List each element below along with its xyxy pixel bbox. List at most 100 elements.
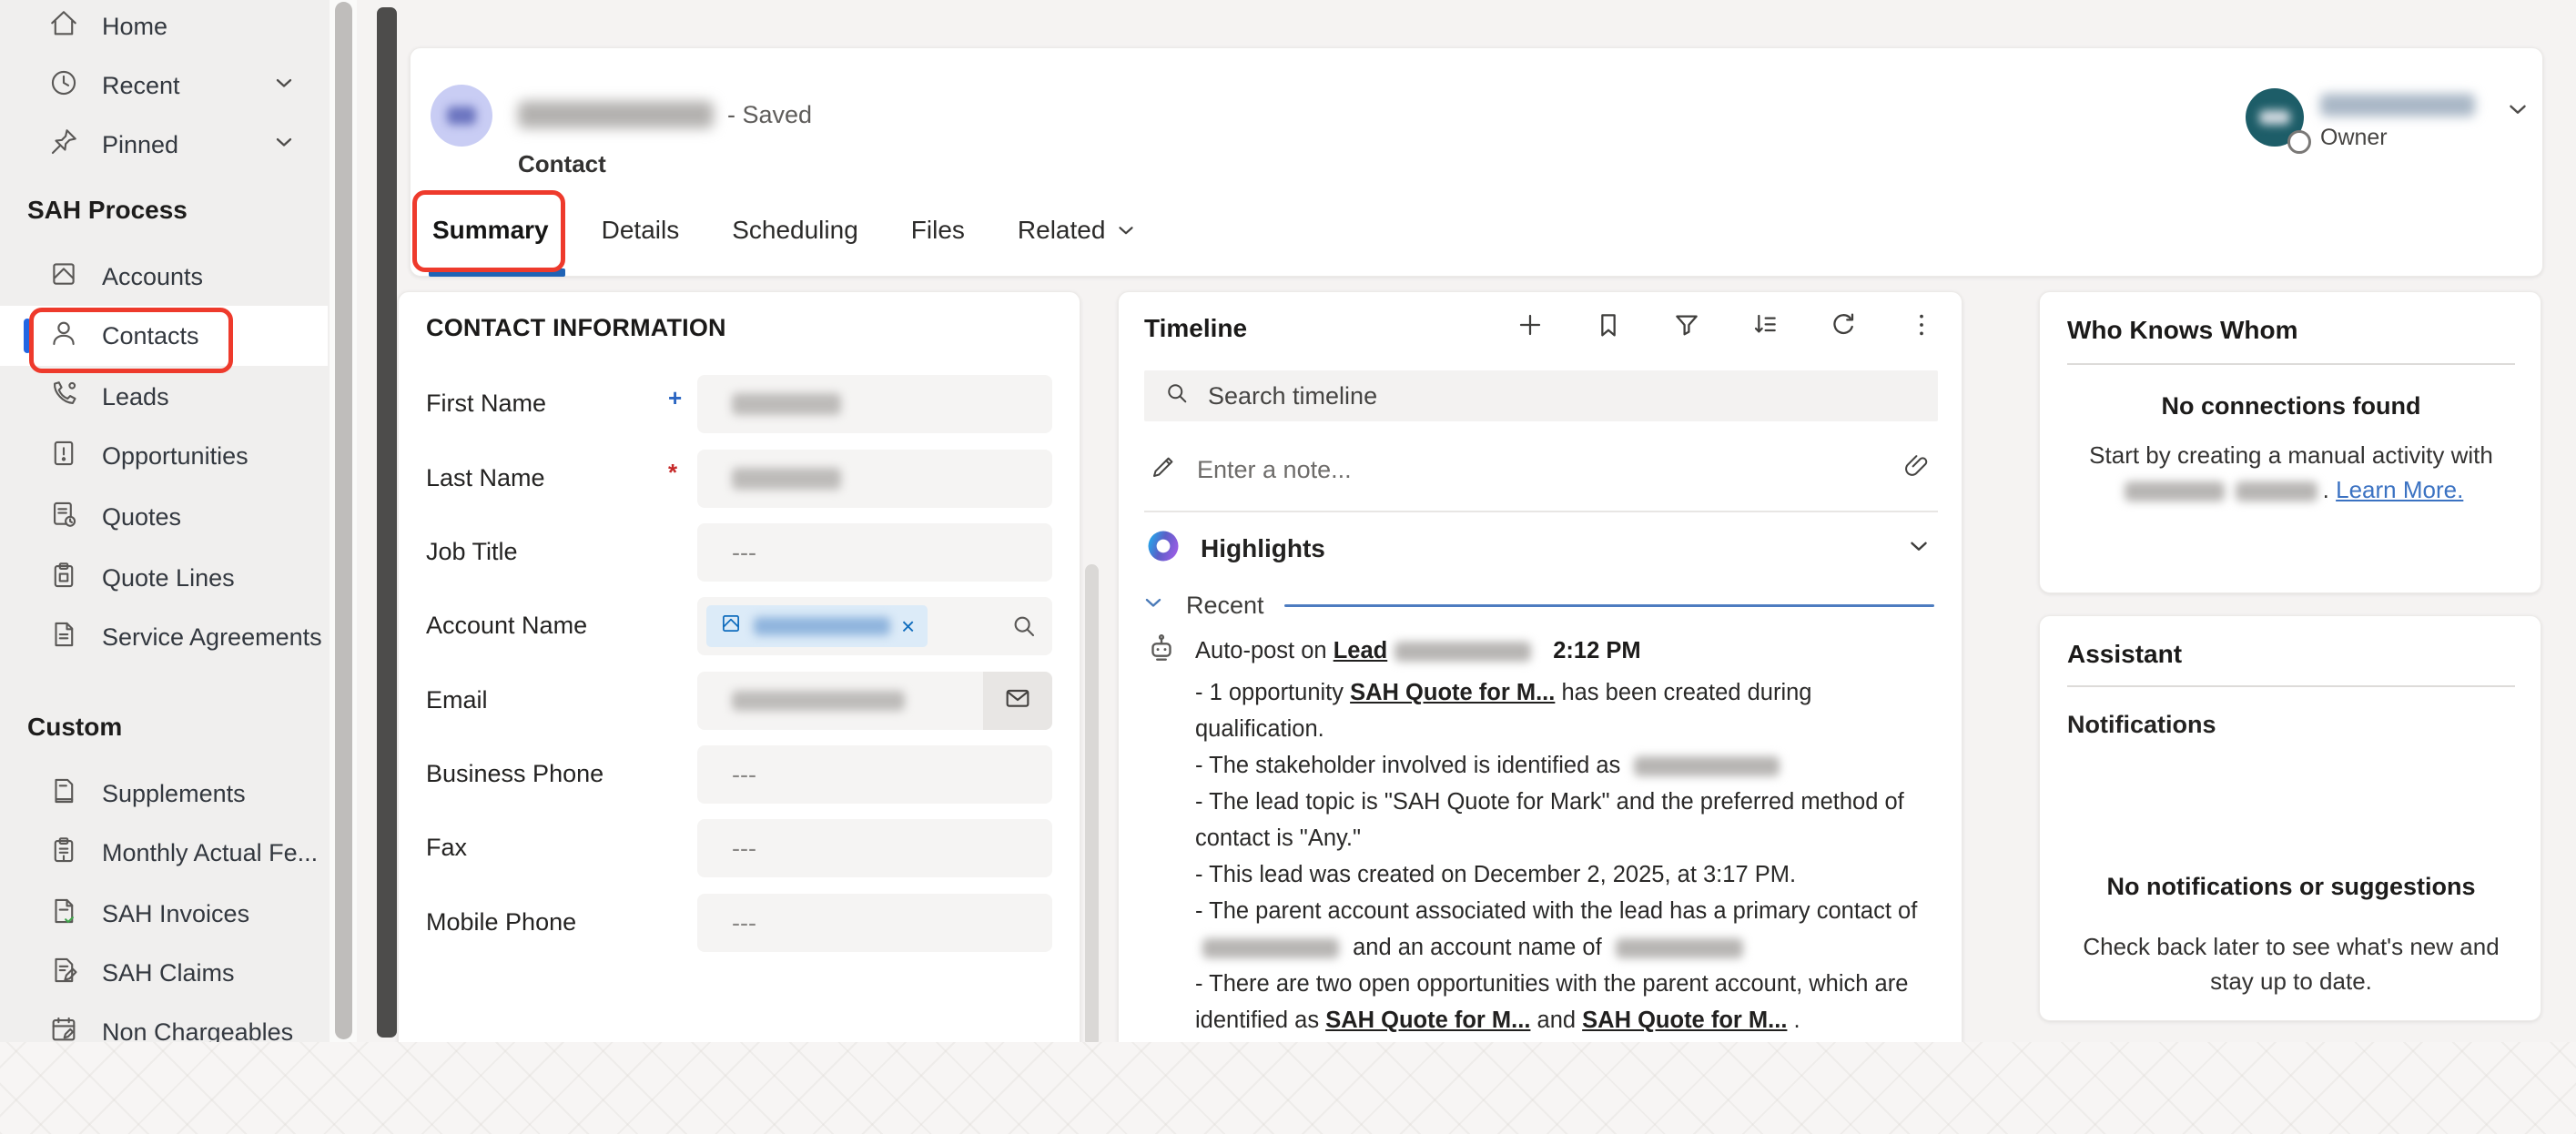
timeline-text: - 1 opportunity [1195,680,1350,705]
field-label-mobile-phone: Mobile Phone [426,908,576,937]
sidebar-item-quotes[interactable]: Quotes [0,487,328,547]
content-scrollbar[interactable] [377,7,397,1038]
timeline-entry-header: Auto-post on Lead2:12 PM [1195,633,1929,669]
enter-note-input[interactable]: Enter a note... [1144,443,1938,496]
wkw-body-text: . [2323,476,2336,503]
recommended-plus-marker: + [668,384,682,412]
assistant-card: Assistant Notifications No notifications… [2039,615,2541,1021]
redacted-field-value [732,393,841,415]
sidebar-item-label: Quotes [102,503,181,532]
home-icon [48,8,79,46]
remove-lookup-icon[interactable]: × [901,613,915,641]
sidebar-item-label: Monthly Actual Fe... [102,839,318,867]
field-input-last-name[interactable] [697,450,1052,508]
sidebar-item-monthly-actual-fe[interactable]: Monthly Actual Fe... [0,823,328,883]
tab-scheduling[interactable]: Scheduling [726,216,864,245]
tab-details[interactable]: Details [596,216,685,245]
tab-files[interactable]: Files [906,216,970,245]
sidebar-scrollbar-thumb[interactable] [335,2,352,1039]
attach-icon [1903,459,1931,486]
learn-more-link[interactable]: Learn More. [2336,476,2463,503]
timeline-card: Timeline Search timeline Enter a note...… [1118,291,1962,1134]
tab-label: Summary [432,216,549,244]
recent-group-row[interactable]: Recent [1141,589,1938,622]
form-scrollbar-thumb[interactable] [1085,564,1099,1047]
bottom-fade-strip [0,1042,2576,1134]
owner-presence-icon [2287,130,2311,154]
field-input-email[interactable] [697,672,1052,730]
timeline-search-input[interactable]: Search timeline [1144,370,1938,421]
chevron-down-icon[interactable] [271,129,297,161]
funnel-button[interactable] [1672,310,1701,344]
sidebar-item-home[interactable]: Home [0,0,328,56]
timeline-entry[interactable]: Auto-post on Lead2:12 PM - 1 opportunity … [1195,633,1929,1038]
bot-icon [1144,631,1179,665]
sidebar-item-sah-invoices[interactable]: SAH Invoices [0,884,328,944]
redacted-email-value [732,691,905,711]
paperclip-icon[interactable] [1903,453,1931,487]
field-input-mobile-phone[interactable]: --- [697,894,1052,952]
expand-list-button[interactable] [1750,310,1780,344]
timeline-entry-line: - This lead was created on December 2, 2… [1195,856,1929,893]
timeline-entry-line: - The parent account associated with the… [1195,893,1929,966]
sidebar-item-service-agreements[interactable]: Service Agreements [0,607,328,667]
redacted-owner-name [2320,94,2475,116]
assistant-title: Assistant [2067,640,2182,669]
tab-related[interactable]: Related [1012,216,1144,245]
sidebar-item-recent[interactable]: Recent [0,56,328,116]
search-icon[interactable] [1010,613,1038,646]
sidebar-item-contacts[interactable]: Contacts [0,306,328,366]
field-input-first-name[interactable] [697,375,1052,433]
contacts-icon [48,318,79,355]
selected-item-indicator [24,319,31,353]
no-connections-body: Start by creating a manual activity with… [2064,438,2519,507]
sidebar-item-opportunities[interactable]: Opportunities [0,426,328,486]
sidebar-item-leads[interactable]: Leads [0,367,328,427]
timeline-entry-line: - The stakeholder involved is identified… [1195,747,1929,784]
field-input-account-name[interactable]: × [697,597,1052,655]
email-button[interactable] [983,672,1052,730]
record-avatar [431,85,492,147]
sidebar-item-label: Service Agreements [102,623,322,652]
tab-label: Details [602,216,680,244]
record-link[interactable]: SAH Quote for M... [1350,680,1555,705]
divider [1144,511,1938,512]
field-input-job-title[interactable]: --- [697,523,1052,582]
timeline-text: - The parent account associated with the… [1195,898,1917,924]
field-label-email: Email [426,686,488,714]
field-label-job-title: Job Title [426,538,518,566]
refresh-button[interactable] [1829,310,1858,344]
sidebar-item-accounts[interactable]: Accounts [0,247,328,307]
sidebar-item-sah-claims[interactable]: SAH Claims [0,943,328,1003]
copilot-icon [1144,542,1182,571]
sidebar-item-supplements[interactable]: Supplements [0,764,328,824]
tab-summary[interactable]: Summary [427,216,554,245]
highlights-label: Highlights [1201,534,1325,563]
field-input-fax[interactable]: --- [697,819,1052,877]
who-knows-whom-title: Who Knows Whom [2067,316,2298,345]
opportunities-icon [48,438,79,475]
plus-button[interactable] [1516,310,1545,344]
account-lookup-pill[interactable]: × [706,605,928,647]
record-link[interactable]: Lead [1334,638,1388,663]
bookmark-button[interactable] [1594,310,1623,344]
timeline-entry-line: - 1 opportunity SAH Quote for M... has b… [1195,674,1929,747]
quotes-icon [48,499,79,536]
redacted-account-name [754,617,890,635]
owner-chevron-down-icon[interactable] [2504,96,2531,127]
field-input-business-phone[interactable]: --- [697,745,1052,804]
highlights-chevron-down-icon[interactable] [1905,532,1932,566]
record-link[interactable]: SAH Quote for M... [1582,1007,1787,1033]
recent-group-line [1284,604,1934,607]
redacted-name [1202,938,1339,958]
record-link[interactable]: SAH Quote for M... [1325,1007,1530,1033]
chevron-down-icon[interactable] [271,70,297,102]
sidebar-item-pinned[interactable]: Pinned [0,115,328,175]
sidebar-item-label: Contacts [102,322,199,350]
more-vertical-button[interactable] [1907,310,1936,344]
highlights-chevron-icon [1905,537,1932,565]
highlights-row[interactable]: Highlights [1144,525,1938,572]
required-asterisk-marker: * [668,459,677,487]
sidebar-item-quote-lines[interactable]: Quote Lines [0,548,328,608]
bookmark-icon [1594,328,1623,343]
